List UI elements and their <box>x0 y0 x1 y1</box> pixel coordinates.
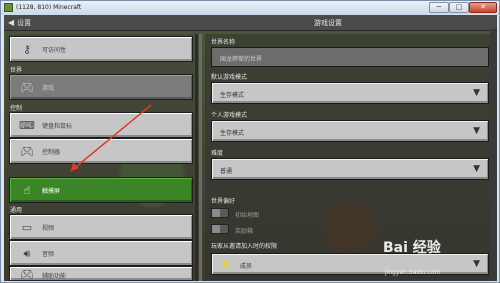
bonus-chest-label: 奖励箱 <box>235 228 254 235</box>
personal-mode-label: 个人游戏模式 <box>211 112 248 119</box>
keyboard-icon: ⌨ <box>19 119 35 132</box>
watermark-url: jingyan.baidu.com <box>385 269 441 276</box>
default-mode-dropdown[interactable]: 生存模式 ▼ <box>211 82 489 104</box>
join-permission-dropdown[interactable]: ★ 成员 ▼ <box>211 253 489 275</box>
sidebar-item-keyboard-mouse[interactable]: ⌨ 键盘和鼠标 <box>9 112 193 138</box>
world-name-field[interactable]: 国龙莽荤的世界 <box>211 47 489 67</box>
sidebar-item-label: 音频 <box>42 251 55 258</box>
sidebar-item-label: 触摸屏 <box>42 188 61 195</box>
minimize-button[interactable]: ─ <box>429 2 449 13</box>
window-title: (1128, 810) Minecraft <box>16 4 82 11</box>
minecraft-app-icon <box>4 3 13 12</box>
monitor-icon: ▭ <box>21 221 33 234</box>
personal-mode-value: 生存模式 <box>220 130 245 137</box>
sidebar-item-label: 辅助功能 <box>42 273 67 280</box>
world-name-label: 世界名称 <box>211 39 236 46</box>
speaker-icon: 🔊︎ <box>23 246 31 260</box>
star-icon: ★ <box>220 256 232 271</box>
gamepad-icon: 🎮︎ <box>20 81 34 94</box>
settings-sidebar: ⚷ 可访问性 世界 🎮︎ 游戏 控制 ⌨ 键盘和鼠标 🎮︎ 控制器 ☝ 触摸屏 … <box>6 34 194 281</box>
join-permission-value: 成员 <box>240 263 253 270</box>
sidebar-item-assist[interactable]: 🎮︎ 辅助功能 <box>9 266 193 281</box>
controller-icon: 🎮︎ <box>20 145 34 158</box>
title-bar: (1128, 810) Minecraft ─ □ ✕ <box>1 1 499 15</box>
section-label-world: 世界 <box>10 67 23 74</box>
default-mode-value: 生存模式 <box>220 92 245 99</box>
sidebar-item-label: 游戏 <box>42 85 55 92</box>
toggle-knob <box>212 225 220 233</box>
touch-icon: ☝ <box>23 184 31 197</box>
sidebar-item-touchscreen[interactable]: ☝ 触摸屏 <box>9 177 193 203</box>
sidebar-scrollbar[interactable] <box>195 34 198 281</box>
sidebar-item-label: 可访问性 <box>42 47 67 54</box>
default-mode-label: 默认游戏模式 <box>211 74 248 81</box>
join-permission-label: 玩家从邀请加入时的权限 <box>211 243 278 250</box>
difficulty-label: 难度 <box>211 150 224 157</box>
chevron-down-icon: ▼ <box>473 126 480 136</box>
key-icon: ⚷ <box>22 43 32 56</box>
back-arrow-icon: ◀ <box>8 18 15 27</box>
sidebar-item-accessibility[interactable]: ⚷ 可访问性 <box>9 36 193 62</box>
page-title: 游戏设置 <box>314 19 342 27</box>
sidebar-item-game[interactable]: 🎮︎ 游戏 <box>9 74 193 100</box>
settings-content: 世界名称 国龙莽荤的世界 默认游戏模式 生存模式 ▼ 个人游戏模式 生存模式 ▼… <box>205 34 497 281</box>
settings-header: ◀ 设置 游戏设置 <box>4 15 497 31</box>
baidu-watermark: Bai 经验 <box>383 240 441 256</box>
sidebar-item-label: 控制器 <box>42 149 61 156</box>
sidebar-item-label: 视频 <box>42 225 55 232</box>
starter-map-label: 初始地图 <box>235 212 260 219</box>
section-label-controls: 控制 <box>10 105 23 112</box>
chevron-down-icon: ▼ <box>473 164 480 174</box>
sidebar-item-audio[interactable]: 🔊︎ 音频 <box>9 240 193 266</box>
controller-icon: 🎮︎ <box>20 268 34 281</box>
difficulty-dropdown[interactable]: 普通 ▼ <box>211 158 489 180</box>
world-name-value: 国龙莽荤的世界 <box>220 56 263 63</box>
back-button[interactable]: ◀ 设置 <box>8 17 31 29</box>
bonus-chest-toggle[interactable] <box>211 224 229 234</box>
sidebar-item-controller[interactable]: 🎮︎ 控制器 <box>9 138 193 164</box>
personal-mode-dropdown[interactable]: 生存模式 ▼ <box>211 120 489 142</box>
section-label-general: 通用 <box>10 207 23 214</box>
sidebar-item-label: 键盘和鼠标 <box>42 123 73 130</box>
close-button[interactable]: ✕ <box>469 2 497 13</box>
sidebar-item-video[interactable]: ▭ 视频 <box>9 214 193 240</box>
starter-map-toggle[interactable] <box>211 208 229 218</box>
toggle-knob <box>212 209 220 217</box>
difficulty-value: 普通 <box>220 168 233 175</box>
content-scrollbar[interactable] <box>490 29 497 281</box>
chevron-down-icon: ▼ <box>473 259 480 269</box>
chevron-down-icon: ▼ <box>473 88 480 98</box>
panel-divider <box>199 34 202 281</box>
app-window: (1128, 810) Minecraft ─ □ ✕ ◀ 设置 游戏设置 ⚷ 可… <box>0 0 500 283</box>
maximize-button[interactable]: □ <box>449 2 469 13</box>
world-prefs-label: 世界偏好 <box>211 198 236 205</box>
back-label: 设置 <box>17 19 32 27</box>
